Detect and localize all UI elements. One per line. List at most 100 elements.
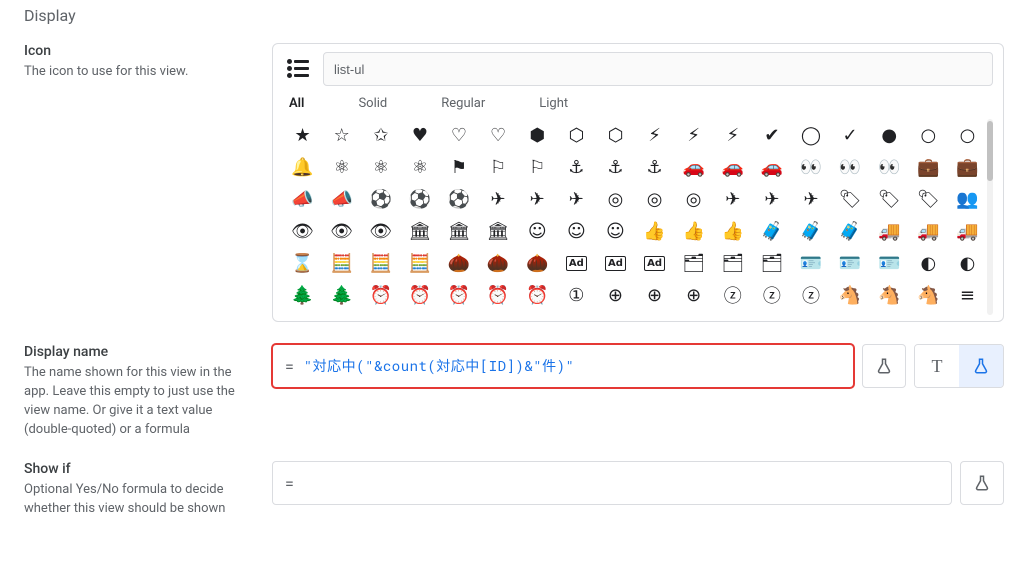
icon-option[interactable]: 👥	[948, 183, 987, 215]
icon-option[interactable]: ①	[557, 279, 596, 311]
icon-option[interactable]: ⏰	[518, 279, 557, 311]
icon-option[interactable]: ✈	[713, 183, 752, 215]
icon-option[interactable]: ✓	[831, 119, 870, 151]
icon-option[interactable]: 🚗	[752, 151, 791, 183]
icon-option[interactable]: 🗂	[674, 247, 713, 279]
formula-assistant-button[interactable]	[960, 461, 1004, 505]
icon-search-input[interactable]	[323, 52, 993, 86]
icon-option[interactable]: ⚛	[322, 151, 361, 183]
icon-option[interactable]: 👁	[361, 215, 400, 247]
icon-option[interactable]: 🌰	[518, 247, 557, 279]
icon-option[interactable]: 🧮	[400, 247, 439, 279]
icon-option[interactable]: 💼	[948, 151, 987, 183]
icon-option[interactable]: ⚽	[400, 183, 439, 215]
icon-option[interactable]: 🧮	[322, 247, 361, 279]
icon-option[interactable]: 🪪	[831, 247, 870, 279]
icon-option[interactable]: ☺	[596, 215, 635, 247]
icon-option[interactable]: 🧮	[361, 247, 400, 279]
icon-option[interactable]: ◐	[948, 247, 987, 279]
icon-option[interactable]: ⚓	[596, 151, 635, 183]
icon-option[interactable]: 🌲	[322, 279, 361, 311]
icon-option[interactable]: ⚑	[439, 151, 478, 183]
tab-all[interactable]: All	[289, 96, 304, 111]
icon-option[interactable]: ⌛	[283, 247, 322, 279]
icon-option[interactable]: 🚗	[674, 151, 713, 183]
icon-option[interactable]: 🐴	[909, 279, 948, 311]
icon-option[interactable]: ⬡	[596, 119, 635, 151]
icon-option[interactable]: ✈	[791, 183, 830, 215]
icon-option[interactable]: ♡	[439, 119, 478, 151]
icon-option[interactable]: ✈	[518, 183, 557, 215]
icon-option[interactable]: ⚽	[361, 183, 400, 215]
icon-option[interactable]: ⊕	[635, 279, 674, 311]
icon-option[interactable]: ★	[283, 119, 322, 151]
icon-option[interactable]: 🚗	[713, 151, 752, 183]
icon-option[interactable]: ○	[909, 119, 948, 151]
icon-option[interactable]: ⓩ	[713, 279, 752, 311]
icon-option[interactable]: 🚚	[909, 215, 948, 247]
icon-option[interactable]: 👍	[713, 215, 752, 247]
icon-option[interactable]: ○	[948, 119, 987, 151]
tab-solid[interactable]: Solid	[358, 96, 387, 111]
icon-option[interactable]: ≡	[948, 279, 987, 311]
text-mode-button[interactable]: T	[915, 345, 959, 387]
icon-option[interactable]: 🗂	[713, 247, 752, 279]
icon-option[interactable]: ⊕	[596, 279, 635, 311]
icon-option[interactable]: 🪪	[791, 247, 830, 279]
icon-option[interactable]: 🧳	[752, 215, 791, 247]
icon-option[interactable]: 👀	[870, 151, 909, 183]
icon-option[interactable]: 🧳	[791, 215, 830, 247]
icon-option[interactable]: ⏰	[361, 279, 400, 311]
formula-mode-button[interactable]	[959, 345, 1003, 387]
icon-option[interactable]: ⚡	[635, 119, 674, 151]
icon-option[interactable]: ◎	[635, 183, 674, 215]
icon-option[interactable]: 🏛	[400, 215, 439, 247]
scrollbar-thumb[interactable]	[987, 121, 993, 181]
icon-option[interactable]: 📣	[322, 183, 361, 215]
icon-option[interactable]: ⏰	[400, 279, 439, 311]
icon-option[interactable]: ⚽	[439, 183, 478, 215]
icon-option[interactable]: ♥	[400, 119, 439, 151]
icon-option[interactable]: ✩	[361, 119, 400, 151]
icon-option[interactable]: 👀	[791, 151, 830, 183]
icon-option[interactable]: ⊕	[674, 279, 713, 311]
icon-option[interactable]: 👀	[831, 151, 870, 183]
icon-option[interactable]: ⚓	[557, 151, 596, 183]
icon-option[interactable]: ⬡	[557, 119, 596, 151]
icon-option[interactable]: 🔔	[283, 151, 322, 183]
icon-option[interactable]: Ad	[596, 247, 635, 279]
icon-option[interactable]: 💼	[909, 151, 948, 183]
display-name-formula-input[interactable]: = "対応中("&count(対応中[ID])&"件)"	[272, 344, 854, 388]
icon-option[interactable]: Ad	[635, 247, 674, 279]
icon-option[interactable]: ⚛	[361, 151, 400, 183]
icon-option[interactable]: ♡	[479, 119, 518, 151]
icon-option[interactable]: 📣	[283, 183, 322, 215]
icon-option[interactable]: ◎	[674, 183, 713, 215]
icon-option[interactable]: 🪪	[870, 247, 909, 279]
show-if-formula-input[interactable]: =	[272, 461, 952, 505]
icon-option[interactable]: 🌰	[479, 247, 518, 279]
icon-option[interactable]: Ad	[557, 247, 596, 279]
icon-option[interactable]: 🐴	[831, 279, 870, 311]
icon-option[interactable]: ⓩ	[752, 279, 791, 311]
icon-option[interactable]: ⚛	[400, 151, 439, 183]
icon-option[interactable]: ◯	[791, 119, 830, 151]
icon-option[interactable]: ⏰	[479, 279, 518, 311]
icon-option[interactable]: ◐	[909, 247, 948, 279]
icon-option[interactable]: ☺	[518, 215, 557, 247]
icon-option[interactable]: 🚚	[948, 215, 987, 247]
icon-option[interactable]: ⚐	[479, 151, 518, 183]
icon-option[interactable]: 👍	[635, 215, 674, 247]
icon-option[interactable]: 🌲	[283, 279, 322, 311]
icon-option[interactable]: 🏛	[479, 215, 518, 247]
tab-regular[interactable]: Regular	[441, 96, 485, 111]
icon-option[interactable]: 🧳	[831, 215, 870, 247]
icon-option[interactable]: 👁	[322, 215, 361, 247]
icon-option[interactable]: ⚐	[518, 151, 557, 183]
formula-assistant-button[interactable]	[862, 344, 906, 388]
icon-option[interactable]: ⚡	[713, 119, 752, 151]
icon-option[interactable]: 🏷	[909, 183, 948, 215]
icon-option[interactable]: 👁	[283, 215, 322, 247]
icon-option[interactable]: 👍	[674, 215, 713, 247]
icon-option[interactable]: 🗂	[752, 247, 791, 279]
